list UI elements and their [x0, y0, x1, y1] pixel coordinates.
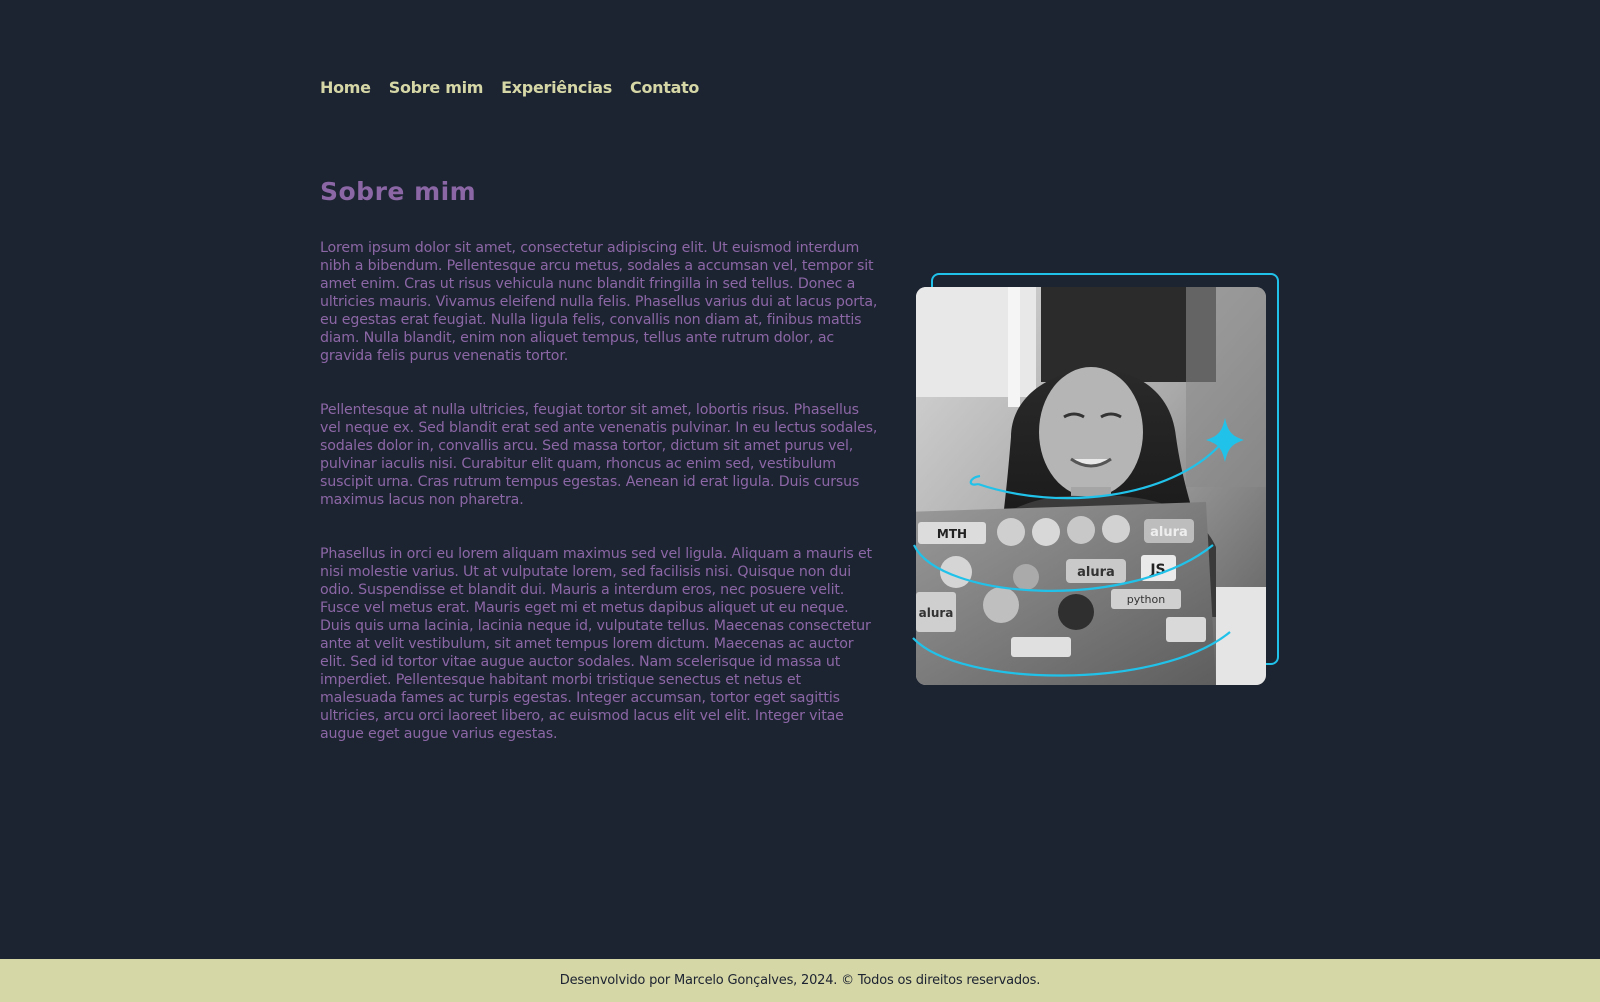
- sticker-face-4: [1102, 515, 1130, 543]
- about-paragraph-2: Pellentesque at nulla ultricies, feugiat…: [320, 402, 878, 508]
- about-paragraph-1: Lorem ipsum dolor sit amet, consectetur …: [320, 240, 878, 364]
- sticker-face-3: [1067, 516, 1095, 544]
- sticker-face-1: [997, 518, 1025, 546]
- window-frame: [1008, 287, 1020, 407]
- face-shape: [1039, 367, 1143, 497]
- sticker-backend: [1011, 637, 1071, 657]
- sticker-github: [1058, 594, 1094, 630]
- sticker-alura-3-label: alura: [919, 606, 954, 620]
- profile-photo: MTH alura JS python alura alura: [916, 287, 1266, 685]
- footer-text: Desenvolvido por Marcelo Gonçalves, 2024…: [559, 973, 1041, 988]
- sticker-ruby: [1166, 617, 1206, 642]
- nav-contato-link[interactable]: Contato: [630, 78, 699, 97]
- sticker-face-5: [983, 587, 1019, 623]
- nav-home-link[interactable]: Home: [320, 78, 371, 97]
- sticker-alura-1-label: alura: [1150, 525, 1188, 540]
- sticker-face-2: [1032, 518, 1060, 546]
- sticker-python-label: python: [1127, 593, 1166, 606]
- sticker-face-6: [940, 556, 972, 588]
- wall-right: [1186, 287, 1266, 487]
- nav-experiencias-link[interactable]: Experiências: [501, 78, 612, 97]
- table-surface: [1216, 587, 1266, 685]
- sticker-alura-2-label: alura: [1077, 565, 1115, 580]
- sticker-mth-label: MTH: [937, 527, 967, 541]
- section-title: Sobre mim: [320, 177, 477, 206]
- main-nav: Home Sobre mim Experiências Contato: [320, 78, 699, 97]
- about-paragraph-3: Phasellus in orci eu lorem aliquam maxim…: [320, 546, 872, 742]
- sticker-js-label: JS: [1149, 562, 1165, 578]
- nav-sobre-mim-link[interactable]: Sobre mim: [389, 78, 484, 97]
- about-text: Lorem ipsum dolor sit amet, consectetur …: [320, 239, 880, 779]
- profile-photo-illustration: MTH alura JS python alura alura: [916, 287, 1266, 685]
- page-footer: Desenvolvido por Marcelo Gonçalves, 2024…: [0, 959, 1600, 1002]
- sticker-face-7: [1013, 564, 1039, 590]
